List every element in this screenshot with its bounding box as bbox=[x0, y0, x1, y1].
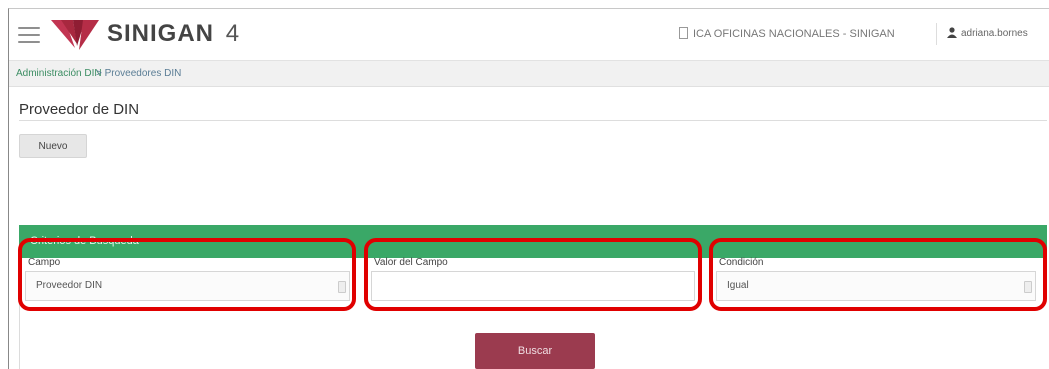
page-title: Proveedor de DIN bbox=[19, 101, 140, 118]
new-button[interactable]: Nuevo bbox=[19, 134, 87, 158]
sinigan-logo bbox=[51, 20, 99, 50]
highlight-condicion bbox=[709, 238, 1047, 311]
breadcrumb-current-label: Proveedores DIN bbox=[104, 68, 182, 79]
top-navbar: SINIGAN 4 ICA OFICINAS NACIONALES - SINI… bbox=[9, 9, 1049, 61]
breadcrumb-current: > Proveedores DIN bbox=[96, 68, 181, 79]
app-brand: SINIGAN 4 bbox=[107, 20, 240, 48]
highlight-valor bbox=[364, 238, 702, 311]
brand-version: 4 bbox=[225, 20, 241, 47]
breadcrumb: Administración DIN > Proveedores DIN bbox=[9, 61, 1049, 87]
brand-name: SINIGAN bbox=[107, 20, 215, 47]
header-divider bbox=[936, 23, 937, 45]
user-menu[interactable]: adriana.bornes bbox=[947, 27, 1028, 39]
office-selector[interactable]: ICA OFICINAS NACIONALES - SINIGAN bbox=[679, 27, 895, 40]
menu-icon[interactable] bbox=[18, 27, 40, 43]
breadcrumb-parent-link[interactable]: Administración DIN bbox=[16, 68, 102, 79]
user-icon bbox=[947, 27, 957, 38]
highlight-campo bbox=[18, 238, 356, 311]
title-divider bbox=[19, 120, 1047, 121]
breadcrumb-separator: > bbox=[96, 68, 102, 79]
search-button[interactable]: Buscar bbox=[475, 333, 595, 369]
user-name: adriana.bornes bbox=[961, 28, 1028, 39]
office-name: ICA OFICINAS NACIONALES - SINIGAN bbox=[693, 28, 895, 40]
building-icon bbox=[679, 27, 688, 39]
